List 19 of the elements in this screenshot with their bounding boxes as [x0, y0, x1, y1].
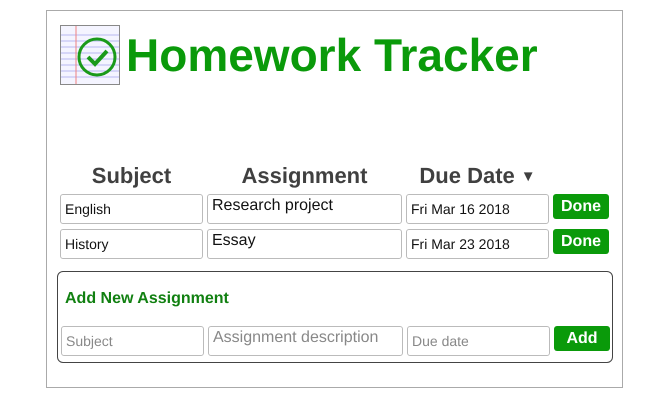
subject-input[interactable]: Subject [61, 326, 204, 356]
done-button[interactable]: Done [553, 194, 609, 219]
assignment-field[interactable]: Essay [207, 229, 402, 259]
due-date-field[interactable]: Fri Mar 16 2018 [406, 194, 549, 224]
column-header: Due Date [419, 163, 515, 189]
due-date-field[interactable]: Fri Mar 23 2018 [406, 229, 549, 259]
sort-indicator[interactable]: ▼ [520, 168, 536, 184]
column-header: Assignment [242, 163, 368, 189]
assignment-field[interactable]: Research project [207, 194, 402, 224]
subject-field[interactable]: History [60, 229, 203, 259]
notebook-check-icon [60, 25, 120, 85]
column-header: Subject [92, 163, 172, 189]
done-button[interactable]: Done [553, 229, 609, 254]
assignment-input[interactable]: Assignment description [208, 326, 403, 356]
add-form-heading: Add New Assignment [64, 289, 230, 308]
subject-field[interactable]: English [60, 194, 203, 224]
app-title: Homework Tracker [126, 32, 538, 78]
due-date-input[interactable]: Due date [407, 326, 550, 356]
add-button[interactable]: Add [554, 326, 610, 351]
